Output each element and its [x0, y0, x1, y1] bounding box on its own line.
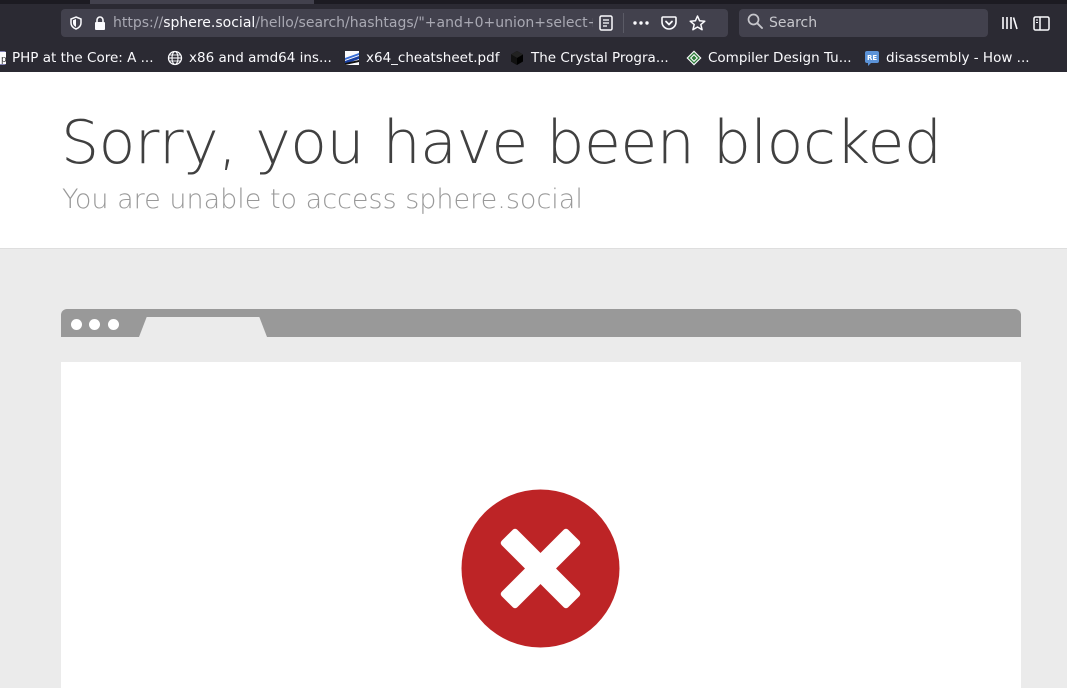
reverse-engineering-icon: RE: [864, 50, 880, 66]
url-host: sphere.social: [163, 15, 256, 31]
search-icon: [747, 13, 763, 33]
url-path: /hello/search/hashtags/"+and+0+union+sel…: [255, 15, 593, 31]
svg-text:p: p: [1, 55, 6, 65]
url-bar[interactable]: https://sphere.social/hello/search/hasht…: [61, 9, 728, 37]
bookmark-item[interactable]: x86 and amd64 ins...: [167, 46, 332, 70]
window-dot: [108, 319, 119, 330]
php-icon: p: [0, 50, 6, 66]
crystal-icon: [509, 50, 525, 66]
bookmark-label: Compiler Design Tu...: [708, 50, 852, 66]
bookmark-label: The Crystal Progra...: [531, 50, 669, 66]
search-bar[interactable]: [739, 9, 988, 37]
tracking-protection-shield-icon[interactable]: [67, 14, 85, 32]
page-title: Sorry, you have been blocked: [61, 108, 942, 178]
bookmark-label: PHP at the Core: A ...: [12, 50, 154, 66]
page-subtitle: You are unable to access sphere.social: [62, 184, 583, 215]
page-content: Sorry, you have been blocked You are una…: [0, 72, 1067, 688]
bookmark-item[interactable]: The Crystal Progra...: [509, 46, 669, 70]
lock-icon[interactable]: [91, 14, 109, 32]
url-scheme: https://: [113, 15, 164, 31]
page-actions-menu-icon[interactable]: [632, 14, 650, 32]
url-text[interactable]: https://sphere.social/hello/search/hasht…: [113, 15, 593, 31]
browser-chrome: https://sphere.social/hello/search/hasht…: [0, 0, 1067, 72]
bookmarks-toolbar: p PHP at the Core: A ... x86 and amd64 i…: [0, 44, 1067, 72]
bookmark-label: x64_cheatsheet.pdf: [366, 50, 500, 66]
svg-text:RE: RE: [867, 54, 877, 62]
block-header: Sorry, you have been blocked You are una…: [0, 72, 1067, 249]
library-icon[interactable]: [999, 12, 1021, 34]
pocket-icon[interactable]: [660, 14, 678, 32]
url-bar-separator: [623, 13, 624, 33]
bookmark-item[interactable]: Compiler Design Tu...: [686, 46, 852, 70]
error-x-icon: [461, 489, 620, 648]
globe-icon: [167, 50, 183, 66]
tutorialspoint-icon: [686, 50, 702, 66]
bookmark-label: disassembly - How ...: [886, 50, 1030, 66]
bookmark-item[interactable]: RE disassembly - How ...: [864, 46, 1030, 70]
active-tab-indicator[interactable]: [90, 0, 314, 4]
bookmark-item[interactable]: x64_cheatsheet.pdf: [344, 46, 499, 70]
sidebar-toggle-icon[interactable]: [1030, 12, 1052, 34]
pdf-icon: [344, 50, 360, 66]
search-input[interactable]: [769, 15, 979, 31]
bookmark-star-icon[interactable]: [688, 14, 706, 32]
bookmark-label: x86 and amd64 ins...: [189, 50, 332, 66]
illustration-tab: [139, 317, 267, 337]
window-dot: [89, 319, 100, 330]
bookmark-item[interactable]: p PHP at the Core: A ...: [0, 46, 154, 70]
window-dot: [71, 319, 82, 330]
browser-illustration-body: [61, 362, 1021, 688]
tab-strip: [0, 0, 1067, 4]
browser-illustration-bar: [61, 309, 1021, 337]
reader-view-icon[interactable]: [597, 14, 615, 32]
